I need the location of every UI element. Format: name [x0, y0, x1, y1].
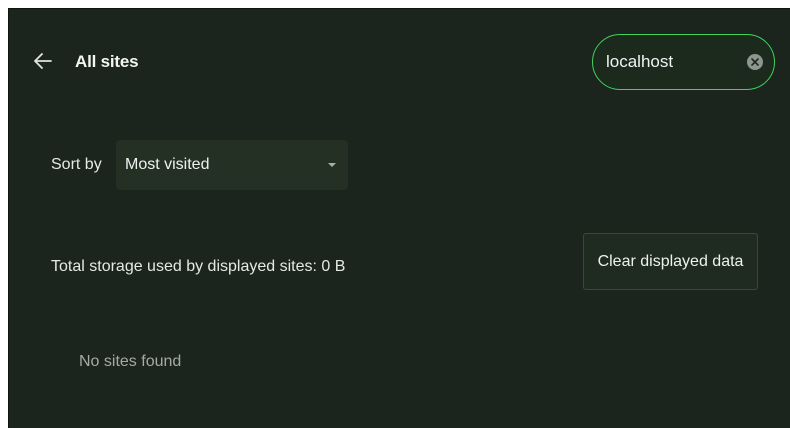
clear-displayed-data-button[interactable]: Clear displayed data — [583, 233, 758, 290]
no-sites-message: No sites found — [79, 353, 182, 370]
sort-dropdown[interactable]: Most visited — [116, 140, 348, 190]
search-input[interactable] — [606, 52, 736, 72]
page-header: All sites — [9, 9, 790, 109]
arrow-left-icon — [34, 53, 52, 69]
sort-selected-value: Most visited — [125, 156, 210, 173]
back-button[interactable] — [31, 49, 55, 73]
site-settings-panel: All sites Sort by Most visited Total sto… — [8, 8, 790, 428]
storage-summary: Total storage used by displayed sites: 0… — [51, 258, 346, 275]
clear-circle-x-icon — [751, 58, 759, 66]
clear-search-button[interactable] — [747, 54, 763, 70]
page-title: All sites — [75, 52, 139, 71]
sort-label: Sort by — [51, 156, 102, 173]
sort-row: Sort by Most visited — [51, 140, 371, 190]
caret-down-icon — [328, 163, 336, 167]
search-box[interactable] — [592, 34, 775, 90]
